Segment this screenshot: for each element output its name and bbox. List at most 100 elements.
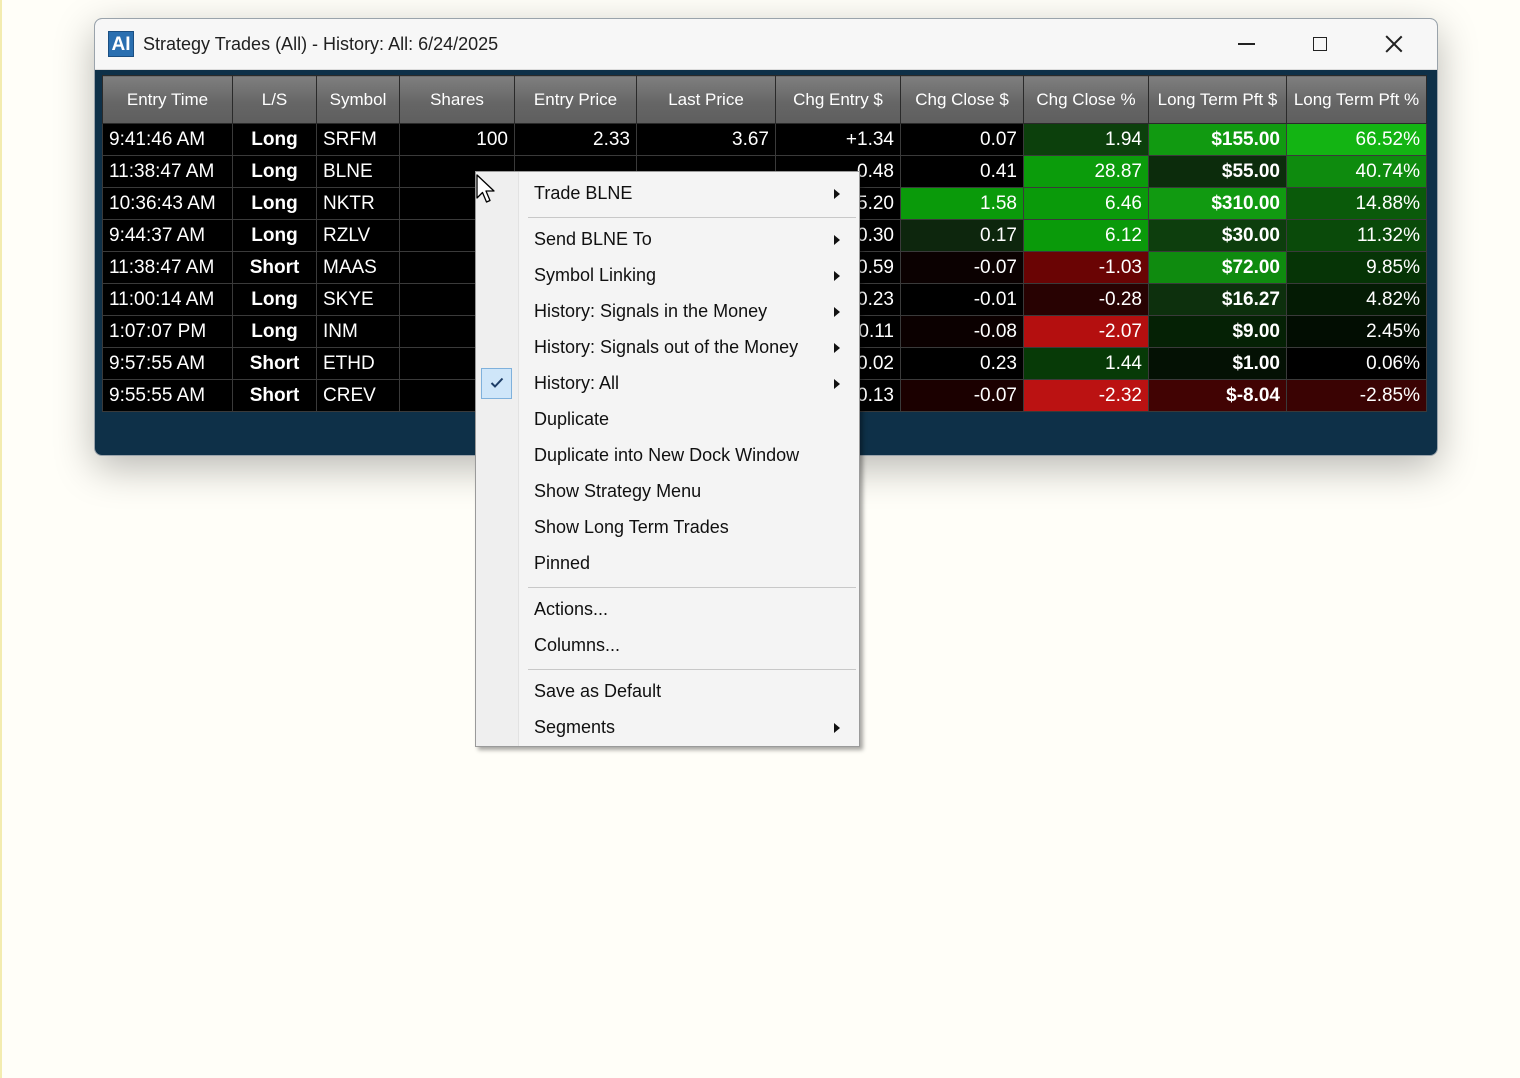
menu-item-actions[interactable]: Actions... bbox=[476, 592, 859, 628]
menu-item-label: Duplicate into New Dock Window bbox=[534, 445, 800, 465]
cell-symbol: SRFM bbox=[316, 123, 400, 156]
submenu-arrow-icon bbox=[834, 307, 840, 317]
cell-pft-pct: 9.85% bbox=[1286, 251, 1427, 284]
app-logo-icon: AI bbox=[108, 31, 134, 57]
column-header-chg-entry[interactable]: Chg Entry $ bbox=[775, 75, 901, 124]
cell-chg-close: -0.01 bbox=[900, 283, 1024, 316]
cell-entry-time: 9:57:55 AM bbox=[102, 347, 233, 380]
cell-chg-close-pct: 6.46 bbox=[1023, 187, 1149, 220]
cell-pft-pct: 66.52% bbox=[1286, 123, 1427, 156]
menu-item-duplicate[interactable]: Duplicate bbox=[476, 402, 859, 438]
column-header-entry-time[interactable]: Entry Time bbox=[102, 75, 233, 124]
cell-pft-pct: 40.74% bbox=[1286, 155, 1427, 188]
submenu-arrow-icon bbox=[834, 271, 840, 281]
column-header-long-term-pft[interactable]: Long Term Pft % bbox=[1286, 75, 1427, 124]
cell-chg-entry: +1.34 bbox=[775, 123, 901, 156]
maximize-button[interactable] bbox=[1283, 19, 1357, 69]
menu-item-label: Pinned bbox=[534, 553, 591, 573]
menu-item-send-blne-to[interactable]: Send BLNE To bbox=[476, 222, 859, 258]
cell-entry-time: 1:07:07 PM bbox=[102, 315, 233, 348]
menu-item-show-strategy-menu[interactable]: Show Strategy Menu bbox=[476, 474, 859, 510]
minimize-icon bbox=[1237, 43, 1255, 45]
menu-item-label: Show Strategy Menu bbox=[534, 481, 702, 501]
menu-item-label: Send BLNE To bbox=[534, 229, 652, 249]
cell-pft-pct: 11.32% bbox=[1286, 219, 1427, 252]
cell-chg-close: 0.07 bbox=[900, 123, 1024, 156]
cell-chg-close: -0.07 bbox=[900, 251, 1024, 284]
cell-last-price: 3.67 bbox=[636, 123, 776, 156]
submenu-arrow-icon bbox=[834, 723, 840, 733]
cell-pft-pct: 4.82% bbox=[1286, 283, 1427, 316]
cell-entry-time: 9:55:55 AM bbox=[102, 379, 233, 412]
menu-item-segments[interactable]: Segments bbox=[476, 710, 859, 746]
column-header-shares[interactable]: Shares bbox=[399, 75, 515, 124]
menu-item-columns[interactable]: Columns... bbox=[476, 628, 859, 664]
column-header-long-term-pft[interactable]: Long Term Pft $ bbox=[1148, 75, 1287, 124]
table-row[interactable]: 9:41:46 AM Long SRFM 100 2.33 3.67 +1.34 0.07 1.… bbox=[102, 123, 1427, 156]
cell-ls: Short bbox=[232, 379, 317, 412]
submenu-arrow-icon bbox=[834, 235, 840, 245]
cell-symbol: MAAS bbox=[316, 251, 400, 284]
column-header-last-price[interactable]: Last Price bbox=[636, 75, 776, 124]
cell-chg-close-pct: 6.12 bbox=[1023, 219, 1149, 252]
menu-item-label: History: Signals in the Money bbox=[534, 301, 768, 321]
menu-item-label: Trade BLNE bbox=[534, 183, 633, 203]
menu-item-history-signals-in-the-money[interactable]: History: Signals in the Money bbox=[476, 294, 859, 330]
menu-item-save-as-default[interactable]: Save as Default bbox=[476, 674, 859, 710]
cell-chg-close-pct: 1.44 bbox=[1023, 347, 1149, 380]
submenu-arrow-icon bbox=[834, 343, 840, 353]
close-button[interactable] bbox=[1357, 19, 1431, 69]
menu-item-history-all[interactable]: History: All bbox=[476, 366, 859, 402]
menu-separator bbox=[528, 669, 856, 670]
cell-shares: 100 bbox=[399, 123, 515, 156]
cell-pft-pct: -2.85% bbox=[1286, 379, 1427, 412]
column-header-chg-close[interactable]: Chg Close % bbox=[1023, 75, 1149, 124]
column-header-chg-close[interactable]: Chg Close $ bbox=[900, 75, 1024, 124]
menu-item-pinned[interactable]: Pinned bbox=[476, 546, 859, 582]
column-header-symbol[interactable]: Symbol bbox=[316, 75, 400, 124]
menu-item-duplicate-into-new-dock-window[interactable]: Duplicate into New Dock Window bbox=[476, 438, 859, 474]
cell-chg-close: 0.17 bbox=[900, 219, 1024, 252]
cell-pft-dollar: $155.00 bbox=[1148, 123, 1287, 156]
checkmark-icon bbox=[481, 368, 512, 399]
menu-item-label: Segments bbox=[534, 717, 616, 737]
submenu-arrow-icon bbox=[834, 189, 840, 199]
cell-pft-dollar: $1.00 bbox=[1148, 347, 1287, 380]
cell-pft-dollar: $30.00 bbox=[1148, 219, 1287, 252]
menu-item-label: Actions... bbox=[534, 599, 609, 619]
cell-ls: Long bbox=[232, 315, 317, 348]
title-bar[interactable]: AI Strategy Trades (All) - History: All:… bbox=[95, 19, 1437, 70]
submenu-arrow-icon bbox=[834, 379, 840, 389]
menu-item-label: Duplicate bbox=[534, 409, 610, 429]
minimize-button[interactable] bbox=[1209, 19, 1283, 69]
menu-item-label: History: Signals out of the Money bbox=[534, 337, 799, 357]
cell-ls: Long bbox=[232, 123, 317, 156]
cell-chg-close: 1.58 bbox=[900, 187, 1024, 220]
cell-pft-pct: 14.88% bbox=[1286, 187, 1427, 220]
cell-ls: Long bbox=[232, 187, 317, 220]
cell-symbol: RZLV bbox=[316, 219, 400, 252]
cell-entry-time: 11:00:14 AM bbox=[102, 283, 233, 316]
cell-symbol: BLNE bbox=[316, 155, 400, 188]
cell-pft-dollar: $55.00 bbox=[1148, 155, 1287, 188]
cell-entry-time: 9:41:46 AM bbox=[102, 123, 233, 156]
column-header-l-s[interactable]: L/S bbox=[232, 75, 317, 124]
menu-item-label: Show Long Term Trades bbox=[534, 517, 729, 537]
cell-entry-time: 11:38:47 AM bbox=[102, 251, 233, 284]
menu-item-label: Save as Default bbox=[534, 681, 662, 701]
column-header-entry-price[interactable]: Entry Price bbox=[514, 75, 637, 124]
menu-item-trade-blne[interactable]: Trade BLNE bbox=[476, 176, 859, 212]
cell-symbol: NKTR bbox=[316, 187, 400, 220]
menu-separator bbox=[528, 587, 856, 588]
cell-ls: Short bbox=[232, 251, 317, 284]
cell-chg-close: 0.23 bbox=[900, 347, 1024, 380]
menu-item-label: History: All bbox=[534, 373, 620, 393]
cell-entry-time: 10:36:43 AM bbox=[102, 187, 233, 220]
mouse-pointer-icon bbox=[476, 174, 495, 203]
context-menu: Trade BLNE Send BLNE To Symbol Linking Hist… bbox=[475, 171, 860, 747]
table-header-row: Entry Time L/S Symbol Shares Entry Price Last… bbox=[102, 75, 1427, 124]
menu-item-symbol-linking[interactable]: Symbol Linking bbox=[476, 258, 859, 294]
menu-item-show-long-term-trades[interactable]: Show Long Term Trades bbox=[476, 510, 859, 546]
cell-chg-close: 0.41 bbox=[900, 155, 1024, 188]
menu-item-history-signals-out-of-the-money[interactable]: History: Signals out of the Money bbox=[476, 330, 859, 366]
